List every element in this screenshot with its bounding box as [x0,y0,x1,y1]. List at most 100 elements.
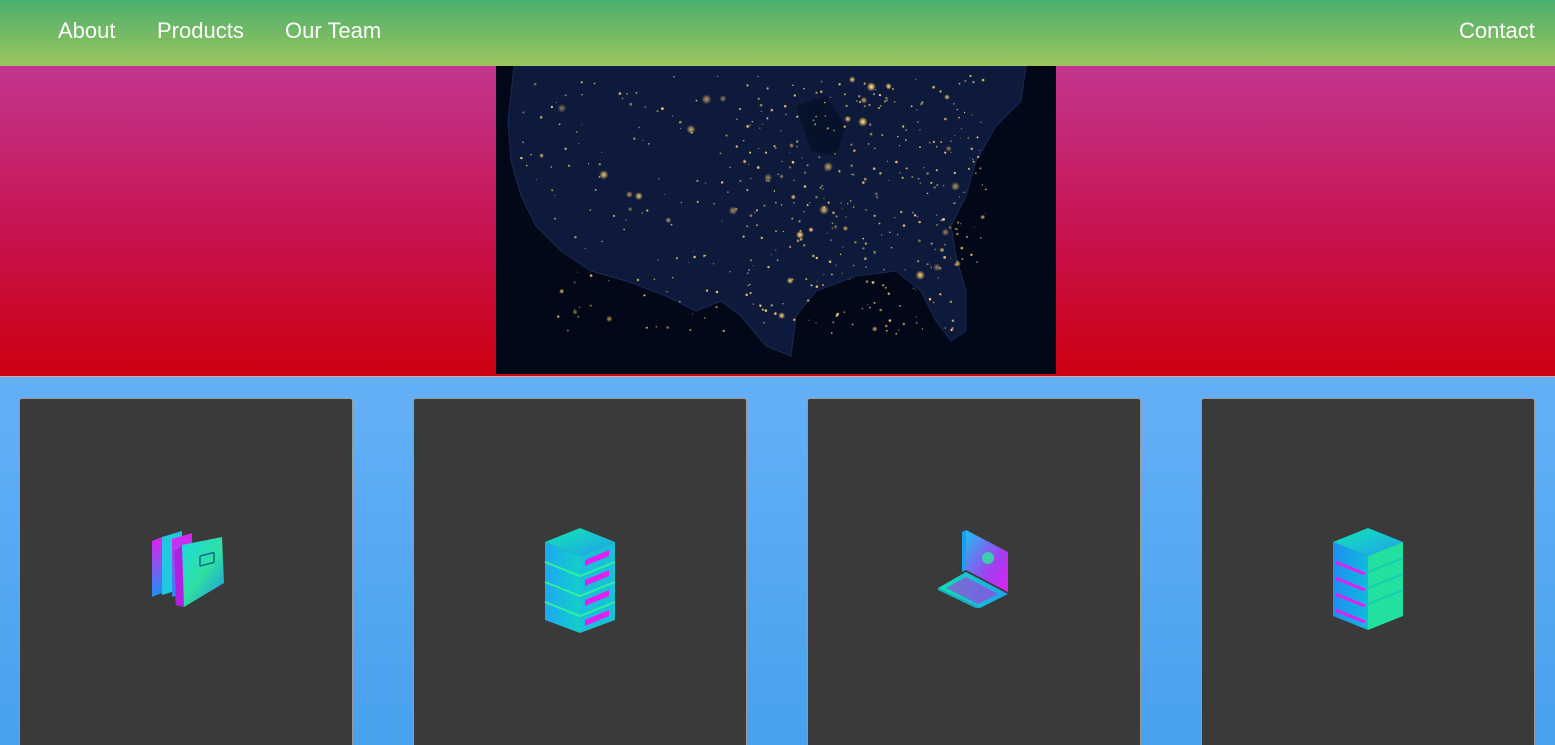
city-light [926,172,929,175]
nav-link-about[interactable]: About [58,18,116,44]
city-light [824,115,827,117]
city-light [594,189,597,191]
city-light [799,229,802,232]
city-light [627,206,633,212]
city-light [942,185,945,187]
city-light [655,326,658,328]
city-light [692,313,694,315]
city-light [806,204,809,207]
city-light [942,218,945,221]
nav-link-products[interactable]: Products [157,18,244,44]
city-light [554,217,556,220]
city-light [742,159,747,164]
city-light [793,179,795,182]
city-light [742,235,745,238]
city-light [819,186,822,189]
city-light [953,171,956,175]
city-light [865,209,867,211]
city-light [978,149,980,151]
city-light [693,255,696,259]
city-light [823,198,825,200]
city-light [918,178,920,180]
city-light [835,264,837,266]
nav-link-our-team[interactable]: Our Team [285,18,381,44]
city-light [757,76,759,78]
city-light [806,164,809,167]
city-light [954,135,956,137]
city-light [671,115,674,117]
city-light [713,263,715,265]
city-light [749,291,752,295]
product-card-2[interactable] [413,398,747,745]
city-light [874,147,876,150]
city-light [555,101,557,103]
city-light [749,259,753,262]
city-light [756,166,760,169]
city-light [967,167,970,170]
city-light [657,259,659,261]
city-light [606,315,613,323]
city-light [638,126,641,129]
city-light [589,274,593,277]
city-light [820,90,823,93]
city-light [933,263,941,272]
city-light [770,254,772,256]
product-cards-section [0,377,1555,745]
city-light [608,279,610,282]
city-light [972,160,975,163]
nav-link-contact[interactable]: Contact [1459,18,1535,44]
city-light [780,204,783,206]
city-light [950,328,953,332]
city-light [849,279,851,281]
city-light [773,190,776,192]
city-light [899,172,901,174]
city-light [963,111,966,114]
city-light [884,286,887,289]
city-light [896,234,899,236]
city-light [557,103,567,113]
city-light [743,140,745,142]
city-light [792,84,794,86]
city-light [759,304,761,306]
city-light [713,202,716,205]
city-light [847,203,849,205]
city-light [777,173,779,175]
city-light [944,94,950,100]
city-light [577,315,580,318]
city-light [902,125,905,128]
city-light [530,153,532,156]
city-light [573,281,576,284]
city-light [719,152,722,155]
city-light [912,211,914,214]
city-light [921,101,924,104]
city-light [729,166,731,168]
city-light [673,76,675,78]
city-light [934,248,937,251]
city-light [926,192,929,195]
city-light [930,264,932,266]
product-card-4[interactable] [1201,398,1535,745]
city-light [904,139,907,142]
city-light [898,329,900,331]
city-light [790,194,796,200]
city-light [860,96,868,104]
city-light [754,212,756,214]
product-card-1[interactable] [19,398,353,745]
city-light [803,211,805,213]
city-light [844,93,846,96]
product-card-3[interactable] [807,398,1141,745]
city-light [893,216,896,219]
city-light [899,210,903,214]
city-light [551,189,554,192]
city-light [862,237,865,240]
city-light [873,301,876,304]
city-light [749,214,753,217]
city-light [895,332,898,335]
city-light [779,174,784,179]
city-light [843,311,846,314]
city-light [919,146,921,148]
city-light [679,120,682,124]
folders-icon [148,527,228,616]
city-light [972,81,975,84]
city-light [763,173,773,182]
